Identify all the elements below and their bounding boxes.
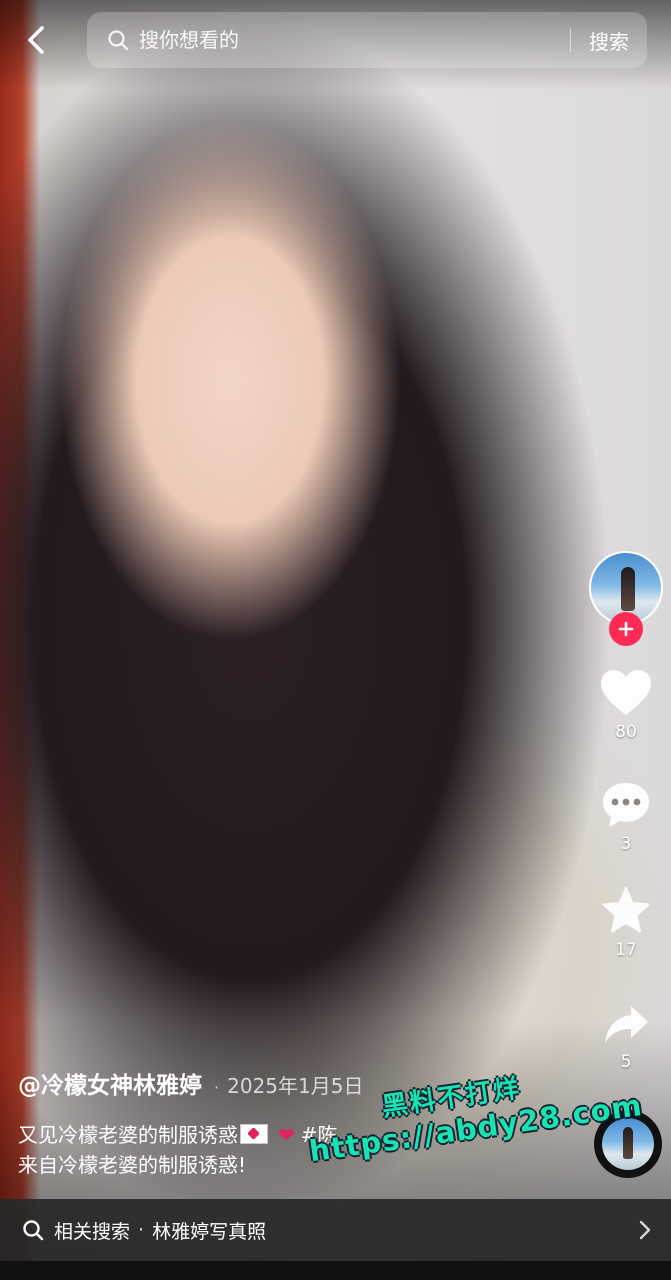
search-bar[interactable]: 搜索	[87, 12, 647, 68]
related-search-separator: ·	[138, 1219, 145, 1241]
comment-button[interactable]: 3	[586, 780, 666, 854]
comment-count: 3	[620, 834, 632, 854]
back-arrow-icon	[28, 26, 44, 54]
favorite-count: 17	[615, 940, 637, 960]
search-icon	[108, 30, 129, 51]
author-line: @冷檬女神林雅婷 · 2025年1月5日	[18, 1066, 363, 1100]
caption-text: 又见冷檬老婆的制服诱惑	[18, 1123, 238, 1147]
home-indicator-area	[0, 1261, 671, 1280]
search-button[interactable]: 搜索	[571, 26, 647, 55]
follow-button[interactable]	[609, 612, 643, 646]
like-button[interactable]: 80	[586, 668, 666, 742]
caption-line-2: 来自冷檬老婆的制服诱惑!	[18, 1153, 247, 1177]
related-search-bar[interactable]: 相关搜索 · 林雅婷写真照	[0, 1199, 671, 1261]
heart-icon	[601, 670, 651, 715]
meta-separator: ·	[214, 1078, 220, 1097]
chevron-right-icon	[639, 1220, 651, 1240]
search-input[interactable]	[137, 27, 570, 53]
red-heart-icon: ❤	[278, 1123, 295, 1147]
back-button[interactable]	[18, 22, 54, 58]
love-letter-icon	[240, 1124, 268, 1144]
search-icon	[23, 1220, 44, 1241]
share-icon	[605, 1006, 648, 1043]
plus-icon	[618, 621, 634, 637]
related-search-label: 相关搜索	[54, 1220, 131, 1243]
like-count: 80	[615, 722, 637, 742]
favorite-button[interactable]: 17	[586, 886, 666, 960]
author-name[interactable]: @冷檬女神林雅婷	[18, 1066, 202, 1100]
related-search-term: 林雅婷写真照	[152, 1220, 267, 1243]
star-icon	[602, 887, 650, 933]
comment-icon	[603, 783, 649, 827]
